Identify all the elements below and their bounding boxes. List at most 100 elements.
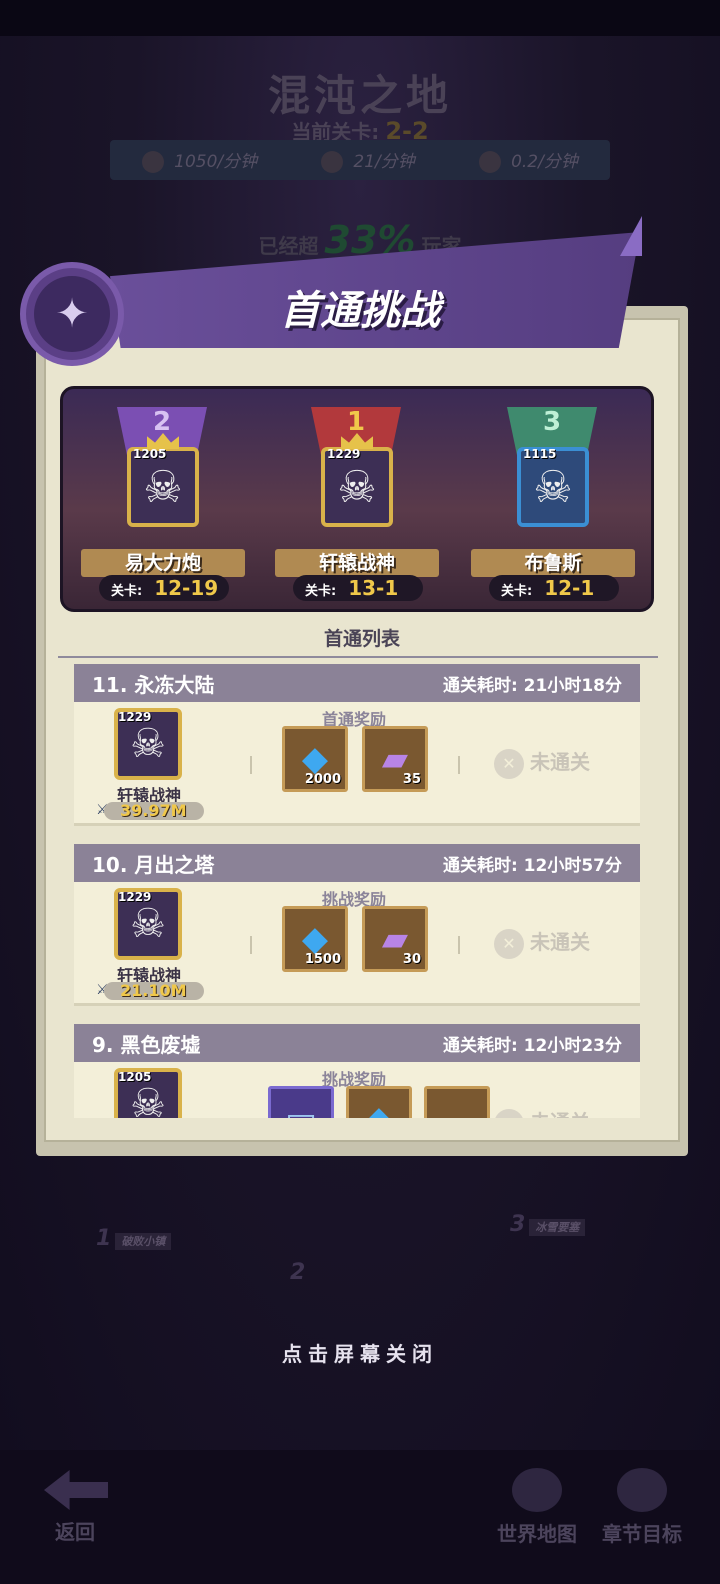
lock-icon: ✕: [494, 748, 524, 779]
list-item[interactable]: 9. 黑色废墟 通关耗时: 12小时23分 ☠ 1205 挑战奖励 ▭ ◆ ✕未…: [74, 1024, 640, 1118]
list-item[interactable]: 11. 永冻大陆 通关耗时: 21小时18分 ☠ 1229 轩辕战神 ⚔ 39.…: [74, 664, 640, 826]
entry-header: 10. 月出之塔 通关耗时: 12小时57分: [74, 844, 640, 882]
player-name: 易大力炮: [81, 549, 245, 577]
avatar-level: 1229: [327, 447, 361, 461]
avatar-level: 1205: [133, 447, 167, 461]
divider: [458, 756, 460, 774]
entry-title: 9. 黑色废墟: [92, 1032, 201, 1057]
reward-book[interactable]: ▰ 30: [362, 906, 428, 972]
gem-icon: ◆: [366, 1099, 392, 1118]
rate-crate: 0.2/分钟: [479, 147, 578, 173]
panel-badge: ✦: [20, 262, 124, 366]
avatar-level: 1229: [118, 710, 152, 724]
rate-coin: 1050/分钟: [142, 147, 257, 173]
rate-value: 21/分钟: [353, 152, 415, 172]
node-number: 1: [96, 1226, 112, 1251]
world-map-button[interactable]: 世界地图: [492, 1468, 582, 1547]
coin-icon: [142, 151, 165, 173]
divider: [250, 756, 252, 774]
divider: [250, 936, 252, 954]
rank-number: 3: [542, 407, 562, 437]
reward-qty: 30: [402, 952, 421, 967]
player-stage: 关卡: 12-1: [489, 575, 619, 601]
clear-status: ✕未通关: [494, 926, 614, 959]
stage-value: 12-19: [154, 576, 219, 600]
node-number: 3: [510, 1212, 526, 1237]
chapter-goal-button[interactable]: 章节目标: [594, 1468, 690, 1547]
back-button[interactable]: 返回: [40, 1516, 110, 1545]
player-name: 轩辕战神: [275, 549, 439, 577]
rank-number: 2: [152, 407, 172, 437]
stage-value: 12-1: [544, 576, 595, 600]
list-divider: [58, 656, 658, 658]
reward-gem[interactable]: ◆ 2000: [282, 726, 348, 792]
beat-prefix: 已经超: [258, 234, 319, 258]
player-power: 21.10M: [104, 982, 204, 1000]
player-stage: 关卡: 13-1: [293, 575, 423, 601]
reward-book[interactable]: ▰ 35: [362, 726, 428, 792]
player-stage: 关卡: 12-19: [99, 575, 229, 601]
planet-icon: [512, 1468, 562, 1512]
reward-scroll[interactable]: ▭: [268, 1086, 334, 1118]
map-node-1: 1 破败小镇: [96, 1226, 172, 1251]
entry-clear-time: 通关耗时: 12小时57分: [442, 855, 622, 876]
potion-icon: [321, 151, 344, 173]
reward-gem[interactable]: ◆ 1500: [282, 906, 348, 972]
entry-body: ☠ 1229 轩辕战神 ⚔ 39.97M 首通奖励 ◆ 2000 ▰ 35 ✕ 未通关: [74, 702, 640, 826]
status-text: 未通关: [530, 1110, 590, 1118]
rate-potion: 21/分钟: [321, 147, 415, 173]
clear-status: ✕ 未通关: [494, 1106, 614, 1118]
reward-qty: 2000: [304, 772, 341, 787]
tap-to-close-hint[interactable]: 点击屏幕关闭: [0, 1338, 720, 1367]
entry-clear-time: 通关耗时: 21小时18分: [442, 675, 622, 696]
rate-value: 1050/分钟: [174, 152, 258, 172]
scroll-icon: ▭: [285, 1099, 317, 1118]
stage-value: 13-1: [348, 576, 399, 600]
entry-title: 10. 月出之塔: [92, 852, 215, 877]
avatar-level: 1205: [118, 1070, 152, 1084]
crate-icon: [479, 151, 502, 173]
podium-rank-2[interactable]: 2 ☠ 1205 易大力炮 关卡: 12-19: [69, 389, 249, 609]
top-three-podium: 2 ☠ 1205 易大力炮 关卡: 12-19 1 ☠ 1229 轩辕战神 关卡:…: [60, 386, 654, 612]
reward-qty: 35: [402, 772, 421, 787]
reward-extra[interactable]: [424, 1086, 490, 1118]
entry-body: ☠ 1205 挑战奖励 ▭ ◆ ✕未通关: [74, 1062, 640, 1118]
entry-body: ☠ 1229 轩辕战神 ⚔ 21.10M 挑战奖励 ◆ 1500 ▰ 30 ✕ 未通关: [74, 882, 640, 1006]
list-item[interactable]: 10. 月出之塔 通关耗时: 12小时57分 ☠ 1229 轩辕战神 ⚔ 21.…: [74, 844, 640, 1006]
rate-value: 0.2/分钟: [511, 152, 578, 172]
entry-header: 11. 永冻大陆 通关耗时: 21小时18分: [74, 664, 640, 702]
income-rates: 1050/分钟 21/分钟 0.2/分钟: [110, 140, 610, 180]
target-icon: [617, 1468, 667, 1512]
list-title: 首通列表: [323, 628, 400, 650]
first-clear-list[interactable]: 11. 永冻大陆 通关耗时: 21小时18分 ☠ 1229 轩辕战神 ⚔ 39.…: [58, 660, 660, 1118]
node-label: 冰雪要塞: [529, 1219, 586, 1236]
panel-title: 首通挑战: [280, 288, 440, 334]
podium-rank-1[interactable]: 1 ☠ 1229 轩辕战神 关卡: 13-1: [263, 389, 443, 609]
node-label: 破败小镇: [115, 1233, 172, 1250]
player-power: 39.97M: [104, 802, 204, 820]
node-number: 2: [290, 1260, 306, 1285]
reward-qty: 1500: [304, 952, 341, 967]
podium-rank-3[interactable]: 3 ☠ 1115 布鲁斯 关卡: 12-1: [459, 389, 639, 609]
status-bar: [0, 0, 720, 36]
stage-label: 关卡:: [111, 584, 143, 599]
clear-status: ✕未通关: [494, 746, 614, 779]
reward-gem[interactable]: ◆: [346, 1086, 412, 1118]
lock-icon: ✕: [494, 1108, 524, 1118]
divider: [458, 936, 460, 954]
entry-header: 9. 黑色废墟 通关耗时: 12小时23分: [74, 1024, 640, 1062]
map-node-2: 2: [290, 1260, 305, 1285]
entry-clear-time: 通关耗时: 12小时23分: [442, 1035, 622, 1056]
map-title: 混沌之地: [267, 71, 452, 120]
lock-icon: ✕: [494, 928, 524, 959]
world-map-label: 世界地图: [497, 1522, 577, 1546]
player-name: 布鲁斯: [471, 549, 635, 577]
sparkle-icon: ✦: [34, 276, 110, 352]
map-node-3: 3 冰雪要塞: [510, 1212, 586, 1237]
status-text: 未通关: [530, 930, 590, 954]
rank-number: 1: [346, 407, 366, 437]
avatar-level: 1229: [118, 890, 152, 904]
status-text: 未通关: [530, 750, 590, 774]
avatar-level: 1115: [523, 447, 557, 461]
chapter-goal-label: 章节目标: [602, 1522, 682, 1546]
